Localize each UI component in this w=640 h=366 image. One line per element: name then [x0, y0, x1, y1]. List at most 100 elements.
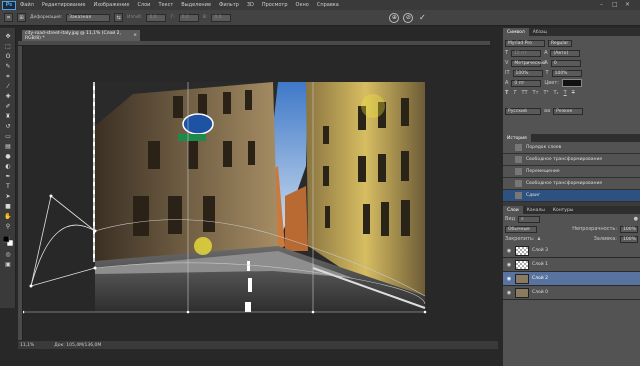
- menu-image[interactable]: Изображение: [89, 2, 133, 8]
- layer-row[interactable]: ◉ Слой 0: [503, 286, 640, 300]
- menu-select[interactable]: Выделение: [177, 2, 215, 8]
- visibility-eye-icon[interactable]: ◉: [506, 262, 512, 268]
- style-superscript-button[interactable]: T¹: [543, 90, 548, 96]
- shape-tool-icon[interactable]: ■: [3, 202, 13, 211]
- hand-tool-icon[interactable]: ✋: [3, 212, 13, 221]
- menu-type[interactable]: Текст: [154, 2, 177, 8]
- menu-window[interactable]: Окно: [292, 2, 313, 8]
- maximize-button[interactable]: □: [612, 1, 618, 8]
- reference-point-icon[interactable]: ⊞: [17, 13, 26, 22]
- canvas[interactable]: [23, 46, 497, 340]
- gradient-tool-icon[interactable]: ▤: [3, 142, 13, 151]
- opacity-input[interactable]: 100%: [620, 225, 638, 233]
- style-underline-button[interactable]: T: [564, 90, 567, 96]
- h-distort-input[interactable]: 0,0: [178, 13, 199, 22]
- color-label: Цвет:: [544, 80, 559, 86]
- lasso-tool-icon[interactable]: ʘ: [3, 52, 13, 61]
- menu-filter[interactable]: Фильтр: [215, 2, 243, 8]
- tab-channels[interactable]: Каналы: [523, 206, 549, 214]
- layer-filter-select[interactable]: ⌕: [518, 215, 541, 223]
- character-panel: Myriad Pro Regular T 12 пт A (Авто) V Ме…: [503, 36, 640, 134]
- close-window-button[interactable]: ✕: [625, 1, 630, 8]
- lock-icon[interactable]: 🔒︎: [538, 236, 541, 242]
- change-orientation-icon[interactable]: ⇆: [114, 13, 124, 22]
- brush-tool-icon[interactable]: ✐: [3, 102, 13, 111]
- close-document-button[interactable]: ×: [133, 33, 137, 38]
- blend-mode-select[interactable]: Обычные: [505, 225, 537, 233]
- zoom-tool-icon[interactable]: ⚲: [3, 222, 13, 231]
- baseline-input[interactable]: 0 пт: [511, 79, 542, 87]
- menu-bar: Ps Файл Редактирование Изображение Слои …: [0, 0, 640, 10]
- tab-paths[interactable]: Контуры: [549, 206, 578, 214]
- tab-paragraph[interactable]: Абзац: [529, 28, 551, 36]
- zoom-level[interactable]: 11,1%: [20, 343, 34, 348]
- history-item-selected[interactable]: Сдвиг: [503, 190, 640, 202]
- commit-transform-icon[interactable]: ✓: [417, 13, 427, 23]
- style-strike-button[interactable]: T: [572, 90, 575, 96]
- type-tool-icon[interactable]: T: [3, 182, 13, 191]
- history-item[interactable]: Свободное трансформирование: [503, 154, 640, 166]
- layer-row[interactable]: ◉ Слой 3: [503, 244, 640, 258]
- quick-select-tool-icon[interactable]: ✎: [3, 62, 13, 71]
- eraser-tool-icon[interactable]: ▭: [3, 132, 13, 141]
- kerning-select[interactable]: Метрический: [511, 59, 546, 67]
- dodge-tool-icon[interactable]: ◐: [3, 162, 13, 171]
- quick-mask-icon[interactable]: ◎: [3, 250, 13, 259]
- style-bold-button[interactable]: T: [505, 90, 508, 96]
- text-color-swatch[interactable]: [561, 79, 582, 87]
- move-tool-icon[interactable]: ✥: [3, 32, 13, 41]
- filter-toggle-icon[interactable]: ●: [634, 216, 638, 222]
- path-select-tool-icon[interactable]: ➤: [3, 192, 13, 201]
- language-select[interactable]: Русский: [505, 107, 541, 115]
- horizontal-scale-input[interactable]: 100%: [551, 69, 582, 77]
- history-brush-tool-icon[interactable]: ↺: [3, 122, 13, 131]
- marquee-tool-icon[interactable]: ⬚: [3, 42, 13, 51]
- history-item[interactable]: Перемещение: [503, 166, 640, 178]
- bend-input[interactable]: 0,0: [146, 13, 167, 22]
- visibility-eye-icon[interactable]: ◉: [506, 248, 512, 254]
- blur-tool-icon[interactable]: ●: [3, 152, 13, 161]
- leading-input[interactable]: (Авто): [550, 49, 581, 57]
- menu-help[interactable]: Справка: [313, 2, 343, 8]
- layer-row-selected[interactable]: ◉ Слой 2: [503, 272, 640, 286]
- style-subscript-button[interactable]: T₁: [554, 90, 559, 96]
- eyedropper-tool-icon[interactable]: ⁄: [3, 82, 13, 91]
- tab-character[interactable]: Символ: [503, 28, 529, 36]
- pen-tool-icon[interactable]: ✒: [3, 172, 13, 181]
- color-swatches-icon[interactable]: [3, 235, 13, 246]
- tracking-input[interactable]: 0: [550, 59, 581, 67]
- warp-tool-icon[interactable]: ⌗: [4, 13, 13, 22]
- layer-row[interactable]: ◉ Слой 1: [503, 258, 640, 272]
- tab-layers[interactable]: Слои: [503, 206, 523, 214]
- menu-edit[interactable]: Редактирование: [38, 2, 90, 8]
- font-style-select[interactable]: Regular: [548, 39, 572, 47]
- history-state-icon: [515, 144, 522, 151]
- deform-select[interactable]: Заказная: [66, 13, 111, 22]
- tab-history[interactable]: История: [503, 134, 531, 142]
- menu-3d[interactable]: 3D: [243, 2, 258, 8]
- style-smallcaps-button[interactable]: Tт: [533, 90, 539, 96]
- toggle-warp-icon[interactable]: ⊕: [389, 12, 400, 23]
- document-tab[interactable]: city-road-street-italy.jpg @ 11,1% (Слой…: [22, 30, 140, 41]
- history-item[interactable]: Свободное трансформирование: [503, 178, 640, 190]
- cancel-transform-icon[interactable]: ⊘: [403, 12, 414, 23]
- fill-input[interactable]: 100%: [620, 235, 638, 243]
- stamp-tool-icon[interactable]: ♜: [3, 112, 13, 121]
- menu-view[interactable]: Просмотр: [258, 2, 292, 8]
- font-size-input[interactable]: 12 пт: [511, 49, 542, 57]
- visibility-eye-icon[interactable]: ◉: [506, 290, 512, 296]
- style-italic-button[interactable]: T: [513, 90, 516, 96]
- history-item[interactable]: Порядок слоев: [503, 142, 640, 154]
- menu-file[interactable]: Файл: [16, 2, 38, 8]
- style-allcaps-button[interactable]: TT: [521, 90, 527, 96]
- antialias-select[interactable]: Резкое: [553, 107, 584, 115]
- minimize-button[interactable]: –: [600, 1, 603, 8]
- menu-layers[interactable]: Слои: [133, 2, 154, 8]
- vertical-scale-input[interactable]: 100%: [512, 69, 543, 77]
- v-distort-input[interactable]: 0,0: [211, 13, 232, 22]
- healing-tool-icon[interactable]: ✚: [3, 92, 13, 101]
- font-family-select[interactable]: Myriad Pro: [505, 39, 545, 47]
- screen-mode-icon[interactable]: ▣: [3, 260, 13, 269]
- crop-tool-icon[interactable]: ⌗: [3, 72, 13, 81]
- visibility-eye-icon[interactable]: ◉: [506, 276, 512, 282]
